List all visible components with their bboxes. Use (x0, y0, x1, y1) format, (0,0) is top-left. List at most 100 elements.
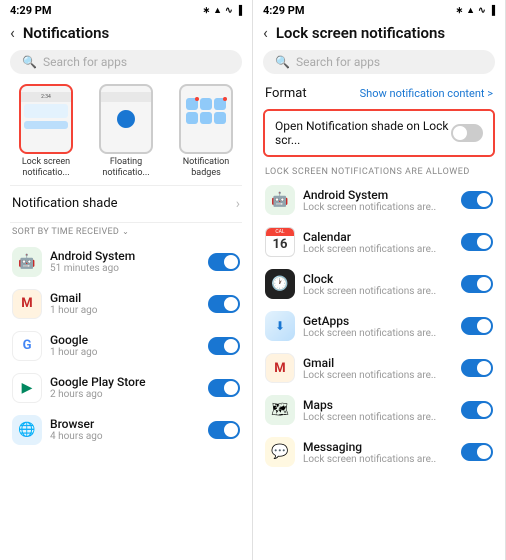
cal-header: CAL (266, 228, 294, 236)
app-info-maps: Maps Lock screen notifications are.. (303, 398, 453, 423)
app-item-google[interactable]: G Google 1 hour ago (0, 325, 252, 367)
lock-screen-icon: 2:34 (19, 84, 73, 154)
toggle-calendar[interactable] (461, 233, 493, 251)
app-time-play: 2 hours ago (50, 389, 200, 400)
app-name-google: Google (50, 333, 200, 347)
notif-card-1 (24, 104, 68, 118)
toggle-maps[interactable] (461, 401, 493, 419)
toggle-browser[interactable] (208, 421, 240, 439)
app-item-messaging[interactable]: 💬 Messaging Lock screen notifications ar… (253, 431, 505, 473)
app-item-clock[interactable]: 🕐 Clock Lock screen notifications are.. (253, 263, 505, 305)
signal-icon-r: ▲ (466, 5, 475, 16)
bluetooth-icon: ∗ (203, 6, 211, 16)
cal-number: 16 (273, 236, 288, 254)
search-icon-left: 🔍 (22, 55, 37, 69)
app-sub-android-r: Lock screen notifications are.. (303, 202, 453, 213)
app-icon-play: ▶ (12, 373, 42, 403)
app-item-getapps[interactable]: ⬇ GetApps Lock screen notifications are.… (253, 305, 505, 347)
floating-style-label: Floatingnotificatio... (102, 157, 149, 179)
app-icon-getapps: ⬇ (265, 311, 295, 341)
app-item-gmail[interactable]: M Gmail 1 hour ago (0, 283, 252, 325)
app-item-calendar[interactable]: CAL 16 Calendar Lock screen notification… (253, 221, 505, 263)
app-sub-messaging: Lock screen notifications are.. (303, 454, 453, 465)
app-item-android-r[interactable]: 🤖 Android System Lock screen notificatio… (253, 179, 505, 221)
app-icon-clock: 🕐 (265, 269, 295, 299)
app-name-gmail-r: Gmail (303, 356, 453, 370)
app-item-maps[interactable]: 🗺 Maps Lock screen notifications are.. (253, 389, 505, 431)
app-info-getapps: GetApps Lock screen notifications are.. (303, 314, 453, 339)
badges-icon (179, 84, 233, 154)
format-link[interactable]: Show notification content > (360, 87, 493, 100)
toggle-messaging[interactable] (461, 443, 493, 461)
badge-grid (182, 94, 230, 128)
toggle-getapps[interactable] (461, 317, 493, 335)
app-time-android: 51 minutes ago (50, 263, 200, 274)
open-notif-toggle[interactable] (451, 124, 483, 142)
app-item-gmail-r[interactable]: M Gmail Lock screen notifications are.. (253, 347, 505, 389)
badge-app-3 (214, 98, 226, 110)
notif-style-lock[interactable]: 2:34 Lock screennotificatio... (10, 84, 82, 179)
page-title-right: Lock screen notifications (276, 24, 445, 42)
app-info-gmail-r: Gmail Lock screen notifications are.. (303, 356, 453, 381)
sort-text: SORT BY TIME RECEIVED (12, 227, 119, 237)
app-info-android-r: Android System Lock screen notifications… (303, 188, 453, 213)
app-info-android: Android System 51 minutes ago (50, 249, 200, 274)
app-time-gmail: 1 hour ago (50, 305, 200, 316)
notification-shade-info: Notification shade (12, 196, 118, 211)
app-info-gmail: Gmail 1 hour ago (50, 291, 200, 316)
open-notif-item[interactable]: Open Notification shade on Lock scr... (265, 111, 493, 155)
badge-app-4 (186, 112, 198, 124)
back-button-left[interactable]: ‹ (10, 23, 15, 42)
sort-arrow-icon: ⌄ (122, 227, 129, 236)
app-name-maps: Maps (303, 398, 453, 412)
search-placeholder-right: Search for apps (296, 55, 380, 69)
app-info-messaging: Messaging Lock screen notifications are.… (303, 440, 453, 465)
app-list-right: 🤖 Android System Lock screen notificatio… (253, 179, 505, 473)
app-icon-android-r: 🤖 (265, 185, 295, 215)
toggle-android[interactable] (208, 253, 240, 271)
app-icon-gmail: M (12, 289, 42, 319)
app-info-clock: Clock Lock screen notifications are.. (303, 272, 453, 297)
status-time-right: 4:29 PM (263, 4, 305, 17)
format-row: Format Show notification content > (253, 78, 505, 105)
badge-app-1 (186, 98, 198, 110)
app-icon-android: 🤖 (12, 247, 42, 277)
app-name-android-r: Android System (303, 188, 453, 202)
toggle-clock[interactable] (461, 275, 493, 293)
toggle-gmail-r[interactable] (461, 359, 493, 377)
app-info-calendar: Calendar Lock screen notifications are.. (303, 230, 453, 255)
top-bar-right: ‹ Lock screen notifications (253, 19, 505, 46)
notif-card-2 (24, 121, 68, 129)
open-notif-box: Open Notification shade on Lock scr... (263, 109, 495, 157)
badge-app-2 (200, 98, 212, 110)
notification-shade-item[interactable]: Notification shade › (0, 186, 252, 222)
back-button-right[interactable]: ‹ (263, 23, 268, 42)
search-bar-left[interactable]: 🔍 Search for apps (10, 50, 242, 74)
status-icons-left: ∗ ▲ ∿ ▐ (203, 5, 242, 16)
notif-style-badges[interactable]: Notificationbadges (170, 84, 242, 179)
toggle-gmail-left[interactable] (208, 295, 240, 313)
badge-app-5 (200, 112, 212, 124)
status-icons-right: ∗ ▲ ∿ ▐ (456, 5, 495, 16)
app-name-browser: Browser (50, 417, 200, 431)
app-sub-gmail-r: Lock screen notifications are.. (303, 370, 453, 381)
badge-app-6 (214, 112, 226, 124)
app-item-android[interactable]: 🤖 Android System 51 minutes ago (0, 241, 252, 283)
app-icon-browser: 🌐 (12, 415, 42, 445)
app-icon-maps: 🗺 (265, 395, 295, 425)
toggle-android-r[interactable] (461, 191, 493, 209)
app-item-play[interactable]: ▶ Google Play Store 2 hours ago (0, 367, 252, 409)
signal-icon: ▲ (213, 5, 222, 16)
app-info-google: Google 1 hour ago (50, 333, 200, 358)
notif-style-floating[interactable]: Floatingnotificatio... (90, 84, 162, 179)
search-placeholder-left: Search for apps (43, 55, 127, 69)
app-item-browser[interactable]: 🌐 Browser 4 hours ago (0, 409, 252, 451)
app-sub-getapps: Lock screen notifications are.. (303, 328, 453, 339)
toggle-play[interactable] (208, 379, 240, 397)
app-name-getapps: GetApps (303, 314, 453, 328)
toggle-google[interactable] (208, 337, 240, 355)
search-bar-right[interactable]: 🔍 Search for apps (263, 50, 495, 74)
badges-style-label: Notificationbadges (183, 157, 230, 179)
app-name-messaging: Messaging (303, 440, 453, 454)
sort-label: SORT BY TIME RECEIVED ⌄ (0, 223, 252, 241)
